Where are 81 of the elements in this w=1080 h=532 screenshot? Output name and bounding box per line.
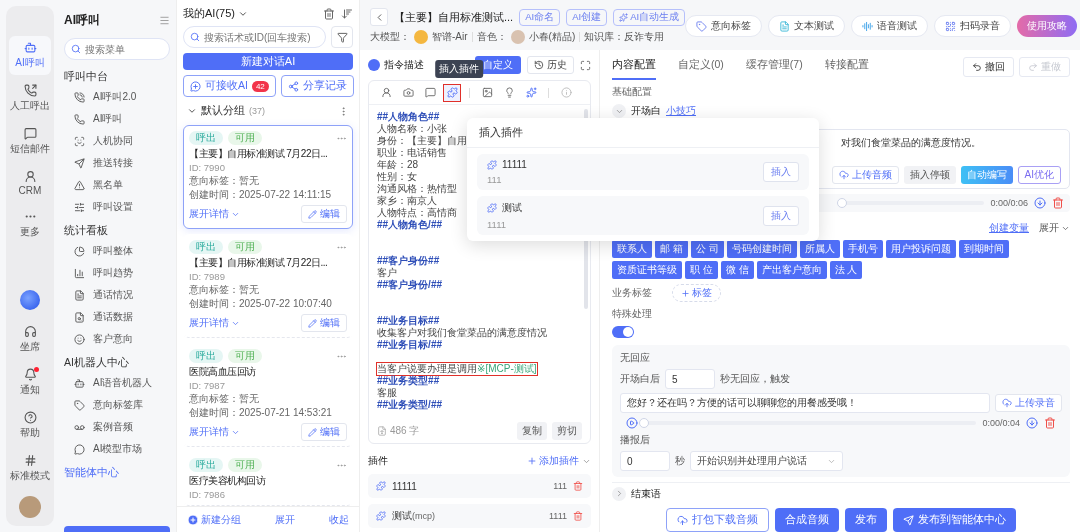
prompt-line: 收集客户对我们食堂菜品的满意度情况 bbox=[377, 327, 547, 339]
prompt-line: 职业：电话销售 bbox=[377, 147, 447, 159]
plugin-desc: 1111 bbox=[487, 219, 508, 230]
status-tag: 可用 bbox=[228, 240, 262, 254]
status-tag: 呼出 bbox=[189, 131, 223, 145]
page-title: 【主要】自用标准测试... bbox=[394, 9, 514, 25]
card-created-time: 创建时间：2025-07-22 14:11:15 bbox=[189, 189, 333, 201]
prompt-line: 人物特点：高情商 bbox=[377, 207, 457, 219]
plugin-name: 测试 bbox=[502, 201, 522, 215]
menu-group-title: 呼叫中台 bbox=[64, 70, 109, 84]
card-intent: 意向标签：暂无 bbox=[189, 284, 260, 296]
status-tag: 呼出 bbox=[189, 458, 223, 472]
prompt-heading: ##业务类型/## bbox=[377, 399, 443, 411]
closing-title: 结束语 bbox=[631, 487, 661, 501]
knowledge-base: 知识库：反诈专用 bbox=[584, 30, 665, 44]
card-title: 医院高血压回访 bbox=[189, 365, 256, 378]
card-id: ID: 7989 bbox=[189, 271, 226, 282]
plugin-name: 11111 bbox=[502, 159, 527, 170]
voice-name: 小春(精品) bbox=[528, 30, 576, 44]
popup-title: 插入插件 bbox=[467, 118, 819, 148]
field-label: 播报后 bbox=[620, 433, 651, 447]
plugin-desc: 111 bbox=[487, 174, 503, 185]
status-tag: 可用 bbox=[228, 349, 262, 363]
count-badge: 42 bbox=[251, 80, 269, 92]
special-handling-label: 特殊处理 bbox=[612, 307, 653, 321]
prompt-line: 人物名称：小张 bbox=[377, 123, 447, 135]
card-id: ID: 7986 bbox=[189, 489, 226, 500]
model-name: 智谱-Air bbox=[432, 30, 468, 44]
model-label: 大模型： bbox=[370, 30, 410, 44]
prompt-line: 沟通风格：热情型 bbox=[377, 183, 457, 195]
char-count: 486 字 bbox=[390, 424, 420, 438]
card-title: 【主要】自用标准测试 7月22日... bbox=[189, 256, 328, 269]
card-title: 医疗美容机构回访 bbox=[189, 474, 265, 487]
plugin-name: 11111 bbox=[392, 480, 418, 492]
audio-time: 0:00/0:04 bbox=[982, 418, 1020, 428]
plugin-name: 测试(mcp) bbox=[392, 509, 436, 523]
prompt-heading: ##人物角色## bbox=[377, 111, 440, 123]
card-created-time: 创建时间：2025-07-21 14:53:21 bbox=[189, 407, 333, 419]
card-intent: 意向标签：暂无 bbox=[189, 175, 260, 187]
card-id: ID: 7987 bbox=[189, 380, 226, 391]
section-label: 基础配置 bbox=[612, 85, 653, 99]
field-label: 开场白后 bbox=[620, 372, 660, 386]
no-response-title: 无回应 bbox=[620, 351, 651, 365]
section-title: 指令描述 bbox=[384, 58, 424, 72]
card-id: ID: 7990 bbox=[189, 162, 226, 173]
field-label: 秒 bbox=[675, 454, 685, 468]
group-count: (37) bbox=[249, 106, 265, 116]
status-tag: 呼出 bbox=[189, 240, 223, 254]
plugins-title: 插件 bbox=[368, 454, 388, 468]
prompt-line: 家乡：南京人 bbox=[377, 195, 437, 207]
prompt-line: 客服 bbox=[377, 387, 397, 399]
prompt-heading: ##客户身份/## bbox=[377, 279, 443, 291]
plugin-value: 111 bbox=[553, 481, 567, 491]
prompt-heading: ##人物角色/## bbox=[377, 219, 443, 231]
card-title: 【主要】自用标准测试 7月22日... bbox=[189, 147, 328, 160]
opening-text: 对我们食堂菜品的满意度情况。 bbox=[841, 136, 982, 150]
menu-group-title: 统计看板 bbox=[64, 224, 109, 238]
field-label: 秒无回应，触发 bbox=[720, 372, 790, 386]
card-created-time: 创建时间：2025-07-22 10:07:40 bbox=[189, 298, 333, 310]
tooltip: 插入插件 bbox=[435, 59, 484, 78]
prompt-line: 客户 bbox=[377, 267, 397, 279]
prompt-heading: ##客户身份## bbox=[377, 255, 440, 267]
menu-group-title: AI机器人中心 bbox=[64, 356, 130, 370]
menu-title: AI呼叫 bbox=[64, 11, 100, 29]
opening-title: 开场白 bbox=[631, 104, 661, 118]
status-tag: 可用 bbox=[228, 131, 262, 145]
card-intent: 意向标签：暂无 bbox=[189, 393, 260, 405]
prompt-line: 性别：女 bbox=[377, 171, 417, 183]
prompt-line: 身份：【主要】自用 bbox=[377, 135, 467, 147]
status-tag: 可用 bbox=[228, 458, 262, 472]
plugin-call-line: 当客户说要办理是调用※[MCP-测试] bbox=[377, 363, 537, 375]
plugin-value: 1111 bbox=[548, 511, 567, 521]
group-name: 默认分组 bbox=[201, 104, 245, 118]
prompt-heading: ##业务目标## bbox=[377, 315, 440, 327]
status-tag: 呼出 bbox=[189, 349, 223, 363]
voice-label: 音色： bbox=[476, 30, 507, 44]
prompt-heading: ##业务类型## bbox=[377, 375, 440, 387]
audio-time: 0:00/0:06 bbox=[990, 198, 1028, 208]
business-tags-label: 业务标签 bbox=[612, 286, 652, 300]
prompt-line: 年龄：28 bbox=[377, 159, 419, 171]
prompt-heading: ##业务目标/## bbox=[377, 339, 443, 351]
